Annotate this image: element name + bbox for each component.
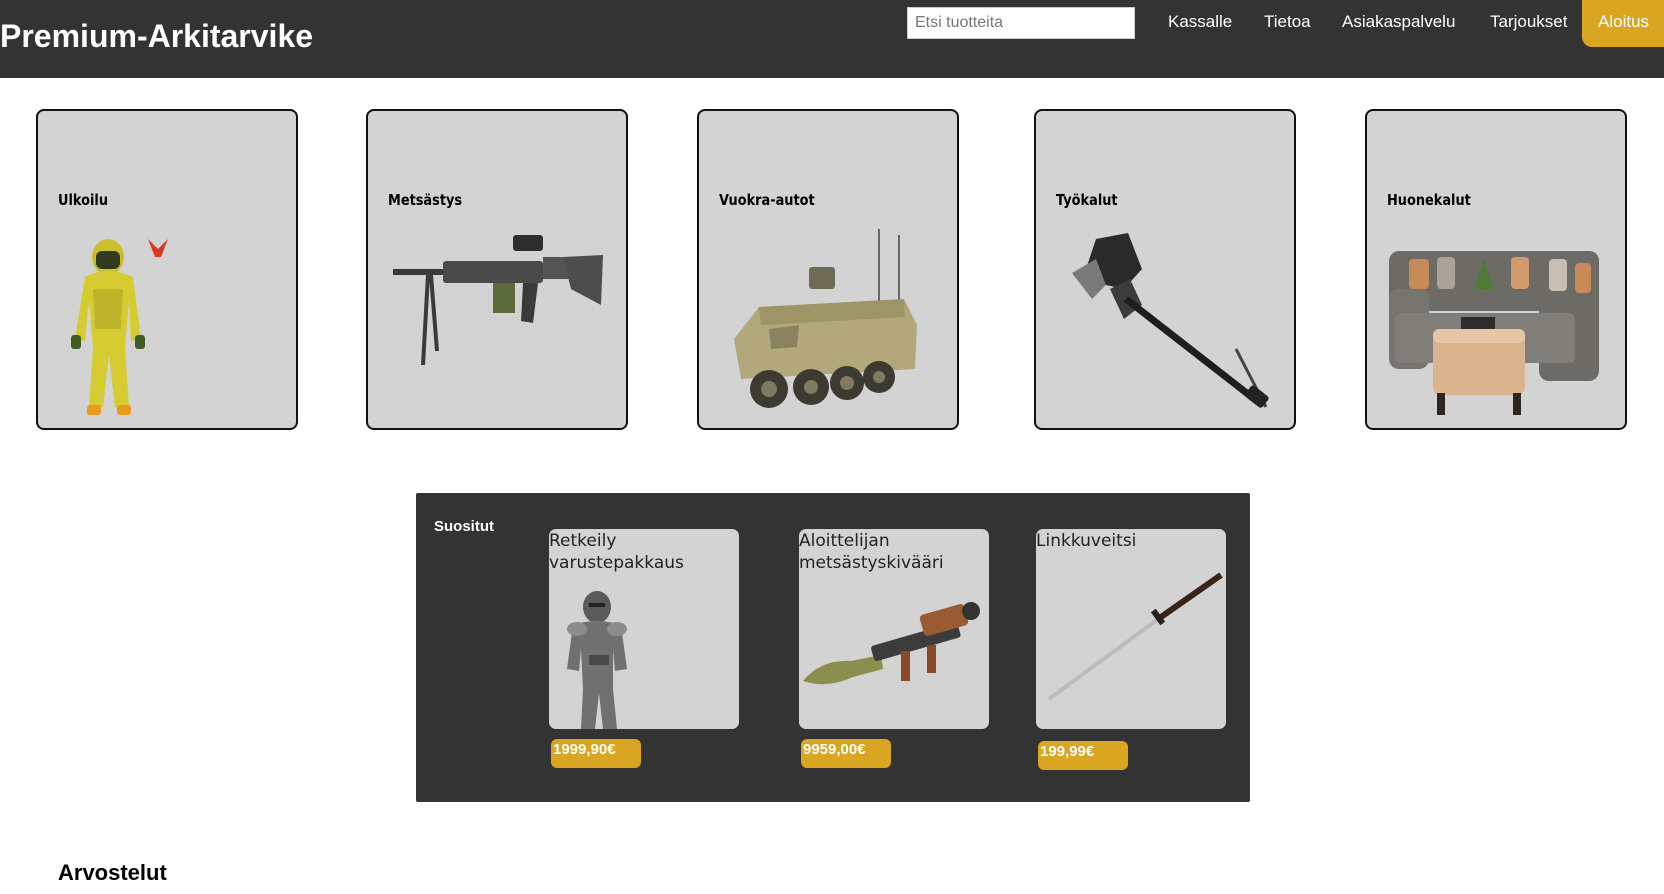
category-card-metsastys[interactable]: Metsästys — [366, 109, 628, 430]
search-input[interactable] — [907, 7, 1135, 39]
category-title: Metsästys — [388, 191, 463, 209]
price-label: 9959,00€ — [803, 741, 866, 758]
nav-tietoa[interactable]: Tietoa — [1248, 0, 1327, 47]
popular-section: Suositut Retkeily varustepakkaus 1999,90… — [416, 493, 1250, 802]
product-name: Linkkuveitsi — [1036, 531, 1137, 551]
category-card-tyokalut[interactable]: Työkalut — [1034, 109, 1296, 430]
nav-tarjoukset[interactable]: Tarjoukset — [1474, 0, 1583, 47]
product-price-button[interactable]: 1999,90€ — [551, 739, 641, 768]
machine-gun-icon — [393, 235, 603, 366]
rocket-launcher-icon — [803, 602, 980, 685]
product-name: Aloittelijan metsästyskivääri — [799, 531, 944, 573]
knight-armor-icon — [567, 591, 627, 729]
nav-kassalle[interactable]: Kassalle — [1152, 0, 1248, 47]
sofa-icon — [1389, 251, 1599, 415]
nav-asiakaspalvelu[interactable]: Asiakaspalvelu — [1326, 0, 1471, 47]
product-card-linkkuveitsi[interactable]: Linkkuveitsi — [1036, 529, 1226, 729]
reviews-heading: Arvostelut — [58, 860, 167, 885]
nav-aloitus[interactable]: Aloitus — [1582, 0, 1664, 47]
category-title: Ulkoilu — [58, 191, 109, 209]
category-title: Huonekalut — [1387, 191, 1471, 209]
category-card-ulkoilu[interactable]: Ulkoilu — [36, 109, 298, 430]
armored-vehicle-icon — [734, 229, 917, 408]
price-label: 1999,90€ — [553, 741, 616, 758]
popular-title: Suositut — [434, 518, 494, 535]
category-title: Työkalut — [1056, 191, 1118, 209]
category-card-huonekalut[interactable]: Huonekalut — [1365, 109, 1627, 430]
heavy-weapon-icon — [1072, 233, 1269, 408]
product-card-retkeily[interactable]: Retkeily varustepakkaus — [549, 529, 739, 729]
category-card-vuokra-autot[interactable]: Vuokra-autot — [697, 109, 959, 430]
top-bar: Premium-Arkitarvike Kassalle Tietoa Asia… — [0, 0, 1664, 78]
product-name: Retkeily varustepakkaus — [549, 531, 684, 573]
katana-icon — [1047, 572, 1223, 701]
product-card-metsastyskivaari[interactable]: Aloittelijan metsästyskivääri — [799, 529, 989, 729]
hazmat-suit-icon — [71, 239, 168, 415]
category-title: Vuokra-autot — [719, 191, 815, 209]
site-title: Premium-Arkitarvike — [0, 18, 314, 54]
product-price-button[interactable]: 199,99€ — [1038, 741, 1128, 770]
price-label: 199,99€ — [1040, 743, 1095, 760]
product-price-button[interactable]: 9959,00€ — [801, 739, 891, 768]
